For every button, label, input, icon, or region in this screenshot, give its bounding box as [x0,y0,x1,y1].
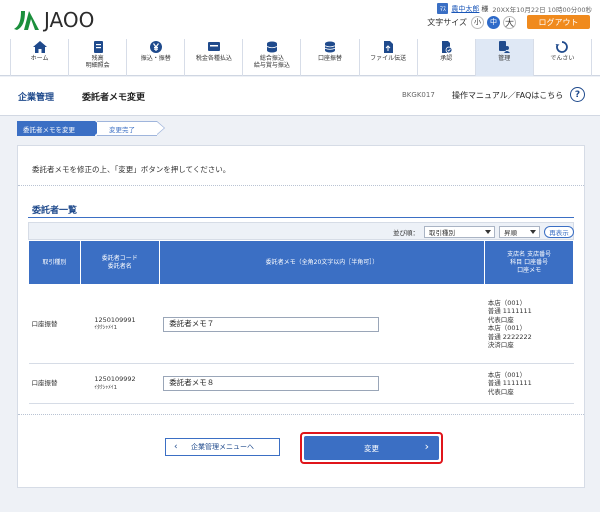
chevron-left-icon: ‹ [174,442,178,452]
screen-code: BKGK017 [402,91,435,99]
nav-label: ホーム [30,55,49,62]
redisplay-button[interactable]: 再表示 [544,226,574,238]
user-info: ﾏｽ 農中太郎 様 20XX年10月22日 10時00分00秒 [437,3,592,14]
cell-type: 口座振替 [28,363,81,404]
header-code: 委託者コード 委託者名 [79,240,160,285]
header-controls: 文字サイズ 小 中 大 ログアウト [427,15,590,29]
nav-label: 管理 [498,55,511,62]
chevron-down-icon [530,230,536,234]
back-to-menu-button[interactable]: ‹ 企業管理メニューへ [165,438,280,456]
densai-icon [555,41,569,53]
consignor-name: ｲﾀｸｼｬﾒｲ1 [94,325,118,331]
sort-label: 並び順： [393,229,419,237]
nav-item-admin[interactable]: 管理 [474,39,533,76]
nav-item-account-transfer[interactable]: 口座振替 [300,39,358,76]
nav-label: ファイル伝送 [370,55,407,62]
consignor-table: 取引種別 委託者コード 委託者名 委託者メモ（全角20文字以内［半角可］） 支店名… [28,240,574,404]
font-size-small-button[interactable]: 小 [471,15,484,29]
divider [18,185,584,186]
consignor-code: 1250109991 [94,315,136,324]
nav-label: でんさい [550,55,575,62]
book-icon [93,41,103,53]
nav-label: 税金各種払込 [195,55,232,62]
main-panel: 委託者メモを修正の上、「変更」ボタンを押してください。 委託者一覧 並び順： 取… [17,145,585,488]
yen-circle-icon [149,41,162,53]
global-nav: ホーム 残高 明細照会 振込・振替 税金各種払込 総合振込 給与賞与振込 口座振… [10,39,592,76]
nav-item-bulk-transfer[interactable]: 総合振込 給与賞与振込 [242,39,300,76]
memo-input[interactable]: 委託者メモ８ [163,376,380,391]
coins-icon [266,41,278,53]
font-size-medium-button[interactable]: 中 [487,15,500,29]
logo[interactable]: JAOO [12,8,94,32]
page-title-bar: 企業管理 委託者メモ変更 BKGK017 操作マニュアル／FAQはこちら ? [0,77,600,116]
cell-type: 口座振替 [28,284,81,364]
help-icon[interactable]: ? [570,87,585,102]
sort-key-value: 取引種別 [429,229,455,237]
cell-code: 1250109992 ｲﾀｸｼｬﾒｲ1 [80,363,160,404]
header-branch: 支店名 支店番号 科目 口座番号 口座メモ [484,240,574,285]
nav-label: 口座振替 [318,55,343,62]
nav-item-file-transfer[interactable]: ファイル伝送 [358,39,417,76]
nav-label: 総合振込 給与賞与振込 [253,55,290,69]
nav-label: 残高 明細照会 [85,55,110,69]
app-header: JAOO ﾏｽ 農中太郎 様 20XX年10月22日 10時00分00秒 文字サ… [0,0,600,76]
step-next: 変更完了 [97,121,165,136]
nav-item-balance[interactable]: 残高 明細照会 [68,39,126,76]
table-row: 口座振替 1250109992 ｲﾀｸｼｬﾒｲ1 委託者メモ８ 本店（001） … [28,363,574,404]
nav-item-home[interactable]: ホーム [10,39,68,76]
cell-memo: 委託者メモ８ [159,363,485,404]
card-icon [207,42,220,51]
admin-icon [499,41,511,53]
help-link[interactable]: 操作マニュアル／FAQはこちら [452,90,563,101]
logo-text: JAOO [44,8,95,32]
section-title: 委託者一覧 [32,206,78,216]
home-icon [32,41,47,53]
sort-order-value: 昇順 [504,229,517,237]
user-icon: ﾏｽ [437,3,449,14]
nav-label: 振込・振替 [140,55,171,62]
font-size-label: 文字サイズ [427,17,467,27]
consignor-code: 1250109992 [94,375,136,383]
coins-stack-icon [324,41,336,53]
sort-key-select[interactable]: 取引種別 [424,226,495,238]
section-underline [28,217,574,218]
instruction-text: 委託者メモを修正の上、「変更」ボタンを押してください。 [32,165,231,174]
ja-logo-icon [14,11,39,30]
header-memo: 委託者メモ（全角20文字以内［半角可］） [158,240,486,285]
nav-item-tax[interactable]: 税金各種払込 [184,39,242,76]
user-name-link[interactable]: 農中太郎 [451,4,479,14]
logout-button[interactable]: ログアウト [527,15,590,29]
breadcrumb-section: 企業管理 [18,93,55,103]
nav-item-densai[interactable]: でんさい [532,39,592,76]
last-login-time: 20XX年10月22日 10時00分00秒 [492,5,592,14]
nav-item-approve[interactable]: 承認 [416,39,475,76]
back-button-label: 企業管理メニューへ [191,443,254,451]
file-icon [384,41,394,53]
cell-branch: 本店（001） 普通 1111111 代表口座 [484,363,574,404]
user-suffix: 様 [481,4,489,13]
chevron-right-icon: › [424,440,429,453]
nav-label: 承認 [440,55,453,62]
table-header-row: 取引種別 委託者コード 委託者名 委託者メモ（全角20文字以内［半角可］） 支店名… [28,240,574,285]
step-current: 委託者メモを変更 [17,121,103,136]
nav-item-transfer[interactable]: 振込・振替 [126,39,184,76]
divider [18,414,584,415]
cell-branch: 本店（001） 普通 1111111 代表口座 本店（001） 普通 22222… [484,284,574,364]
table-row: 口座振替 1250109991 ｲﾀｸｼｬﾒｲ1 委託者メモ７ 本店（001） … [28,284,574,364]
consignor-name: ｲﾀｸｼｬﾒｲ1 [94,384,118,391]
page-title: 委託者メモ変更 [82,93,146,103]
sort-bar: 並び順： 取引種別 昇順 再表示 [28,222,574,240]
font-size-large-button[interactable]: 大 [503,15,516,29]
approve-icon [442,41,453,53]
cell-memo: 委託者メモ７ [159,284,485,364]
step-indicator: 委託者メモを変更 変更完了 [17,121,165,136]
change-button[interactable]: 変更 › [304,436,439,460]
header-type: 取引種別 [28,240,81,285]
memo-input[interactable]: 委託者メモ７ [163,316,380,332]
chevron-down-icon [485,230,491,234]
sort-order-select[interactable]: 昇順 [499,226,540,238]
change-button-label: 変更 [364,443,379,453]
cell-code: 1250109991 ｲﾀｸｼｬﾒｲ1 [80,284,160,364]
